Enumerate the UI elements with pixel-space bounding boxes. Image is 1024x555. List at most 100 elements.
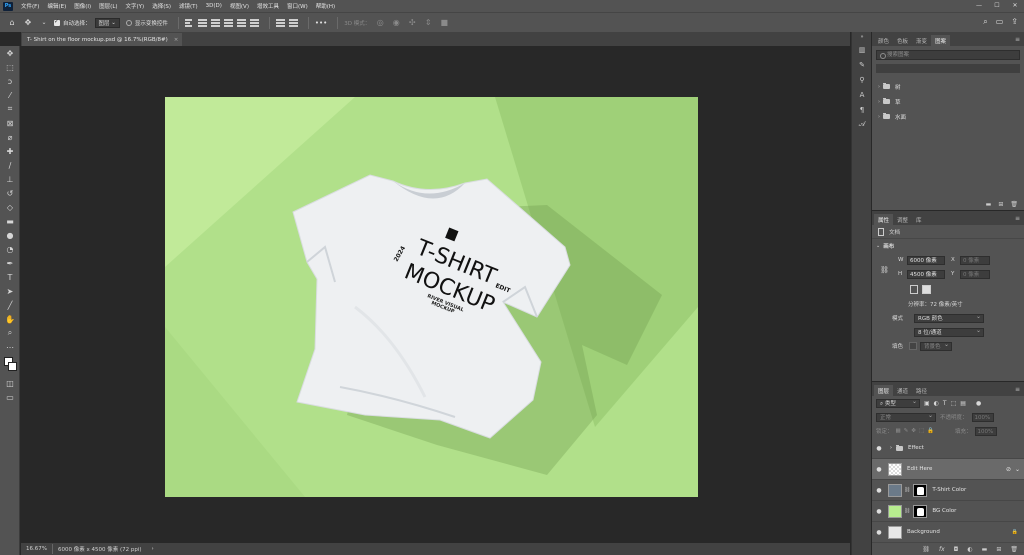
- minimize-button[interactable]: —: [970, 0, 988, 12]
- layer-row-tshirt-color[interactable]: ● ⛓ T-Shirt Color: [872, 480, 1024, 501]
- link-layers-icon[interactable]: ⛓: [922, 546, 930, 553]
- chevron-right-icon[interactable]: ›: [878, 99, 880, 105]
- layer-filter-dropdown[interactable]: ⌕ 类型: [876, 398, 920, 408]
- background-color-swatch[interactable]: [8, 362, 17, 371]
- new-group-icon[interactable]: ▬: [986, 201, 992, 208]
- panel-menu-icon[interactable]: ≡: [1015, 215, 1020, 222]
- zoom-icon[interactable]: ⌕: [0, 326, 20, 340]
- link-icon[interactable]: ⛓: [880, 266, 889, 274]
- lock-all-icon[interactable]: 🔒: [927, 428, 934, 434]
- filter-pixel-icon[interactable]: ▣: [924, 400, 930, 407]
- trash-icon[interactable]: 🗑: [1010, 546, 1018, 553]
- fill-swatch[interactable]: [909, 342, 917, 350]
- fill-dropdown[interactable]: 背景色: [920, 341, 952, 351]
- tab-properties[interactable]: 属性: [874, 214, 894, 225]
- layer-row-background[interactable]: ● Background 🔒: [872, 522, 1024, 543]
- move-tool-icon[interactable]: ✥: [22, 17, 34, 29]
- lock-icon[interactable]: 🔒: [1012, 529, 1018, 535]
- tab-channels[interactable]: 通道: [893, 385, 912, 396]
- width-input[interactable]: 6000 像素: [907, 255, 945, 265]
- new-layer-icon[interactable]: ⊞: [996, 546, 1001, 553]
- clone-source-icon[interactable]: ⚲: [852, 72, 872, 87]
- move-icon[interactable]: ✥: [0, 46, 20, 60]
- eye-icon[interactable]: ●: [872, 445, 886, 452]
- menu-3d[interactable]: 3D(D): [202, 3, 226, 9]
- align-middle-v-icon[interactable]: [236, 18, 246, 27]
- chevron-right-icon[interactable]: ›: [890, 445, 892, 451]
- character-panel-icon[interactable]: A: [852, 87, 872, 102]
- lock-paint-icon[interactable]: ✎: [904, 428, 909, 434]
- pattern-group-trees[interactable]: › 树: [872, 79, 1024, 94]
- tab-libraries[interactable]: 库: [912, 214, 926, 225]
- canvas-section[interactable]: ⌄ 画布: [872, 239, 1024, 253]
- tab-gradients[interactable]: 渐变: [912, 35, 931, 46]
- y-input[interactable]: 0 像素: [960, 269, 990, 279]
- x-input[interactable]: 0 像素: [960, 255, 990, 265]
- crop-icon[interactable]: ⌗: [0, 102, 20, 116]
- home-icon[interactable]: ⌂: [6, 17, 18, 29]
- align-top-icon[interactable]: [223, 18, 233, 27]
- more-tools-icon[interactable]: ⋯: [0, 340, 20, 354]
- zoom-level[interactable]: 16.67%: [21, 546, 52, 552]
- lock-pixels-icon[interactable]: ▦: [896, 428, 901, 434]
- chevron-right-icon[interactable]: ›: [878, 114, 880, 120]
- fill-input[interactable]: 100%: [974, 426, 997, 436]
- color-swatches[interactable]: [0, 354, 20, 376]
- menu-image[interactable]: 图像(I): [70, 2, 95, 10]
- menu-view[interactable]: 视图(V): [226, 2, 253, 10]
- brush-icon[interactable]: ∕: [0, 158, 20, 172]
- new-group-icon[interactable]: ▬: [982, 546, 988, 553]
- history-panel-icon[interactable]: ▥: [852, 42, 872, 57]
- eye-icon[interactable]: ●: [872, 508, 886, 515]
- menu-file[interactable]: 文件(F): [17, 2, 43, 10]
- filter-adjustment-icon[interactable]: ◐: [934, 400, 939, 407]
- auto-select-target-dropdown[interactable]: 图层 ⌄: [94, 17, 120, 28]
- fx-icon[interactable]: fx: [939, 546, 945, 553]
- tab-adjustments[interactable]: 调整: [893, 214, 912, 225]
- healing-brush-icon[interactable]: ✚: [0, 144, 20, 158]
- align-bottom-icon[interactable]: [249, 18, 259, 27]
- chevron-down-icon[interactable]: ⌄: [876, 243, 880, 249]
- chevron-down-icon[interactable]: ⌄: [1015, 466, 1020, 473]
- eye-icon[interactable]: ●: [872, 466, 886, 473]
- slide-3d-icon[interactable]: ⇕: [422, 17, 434, 29]
- camera-3d-icon[interactable]: ■: [438, 17, 450, 29]
- canvas-area[interactable]: 2024 T-SHIRT MOCKUP EDIT RIVER VISUAL MO…: [21, 46, 850, 543]
- marquee-icon[interactable]: ⬚: [0, 60, 20, 74]
- maximize-button[interactable]: ☐: [988, 0, 1006, 12]
- height-input[interactable]: 4500 像素: [907, 269, 945, 279]
- lock-artboard-icon[interactable]: ⬚: [919, 428, 924, 434]
- filter-toggle-icon[interactable]: ●: [976, 400, 981, 407]
- glyphs-panel-icon[interactable]: 𝒜: [852, 117, 872, 132]
- layer-row-edit-here[interactable]: ● Edit Here ⊘ ⌄: [872, 459, 1024, 480]
- eye-icon[interactable]: ●: [872, 529, 886, 536]
- eraser-icon[interactable]: ◇: [0, 200, 20, 214]
- blur-icon[interactable]: ●: [0, 228, 20, 242]
- pan-3d-icon[interactable]: ✣: [406, 17, 418, 29]
- menu-help[interactable]: 帮助(H): [312, 2, 339, 10]
- workspace-icon[interactable]: ▭: [996, 17, 1004, 27]
- screen-mode-icon[interactable]: ▭: [0, 390, 20, 404]
- close-tab-icon[interactable]: ×: [174, 37, 179, 43]
- document-canvas[interactable]: 2024 T-SHIRT MOCKUP EDIT RIVER VISUAL MO…: [165, 97, 698, 497]
- paragraph-panel-icon[interactable]: ¶: [852, 102, 872, 117]
- type-icon[interactable]: T: [0, 270, 20, 284]
- panel-menu-icon[interactable]: ≡: [1015, 386, 1020, 393]
- menu-filter[interactable]: 滤镜(T): [175, 2, 202, 10]
- show-transform-checkbox[interactable]: [125, 19, 132, 26]
- document-tab[interactable]: T- Shirt on the floor mockup.psd @ 16.7%…: [22, 33, 182, 46]
- quick-mask-icon[interactable]: ◫: [0, 376, 20, 390]
- auto-select-checkbox[interactable]: [54, 18, 60, 26]
- depth-dropdown[interactable]: 8 位/通道: [914, 327, 984, 337]
- menu-layer[interactable]: 图层(L): [95, 2, 121, 10]
- close-window-button[interactable]: ✕: [1006, 0, 1024, 12]
- pattern-group-grass[interactable]: › 草: [872, 94, 1024, 109]
- blend-mode-dropdown[interactable]: 正常: [876, 412, 936, 422]
- hand-icon[interactable]: ✋: [0, 312, 20, 326]
- brush-settings-icon[interactable]: ✎: [852, 57, 872, 72]
- adjustment-layer-icon[interactable]: ◐: [967, 546, 972, 553]
- status-arrow-icon[interactable]: ›: [147, 546, 159, 552]
- add-mask-icon[interactable]: ◘: [954, 546, 959, 553]
- path-selection-icon[interactable]: ➤: [0, 284, 20, 298]
- pattern-search-input[interactable]: 搜索图案: [876, 50, 1020, 60]
